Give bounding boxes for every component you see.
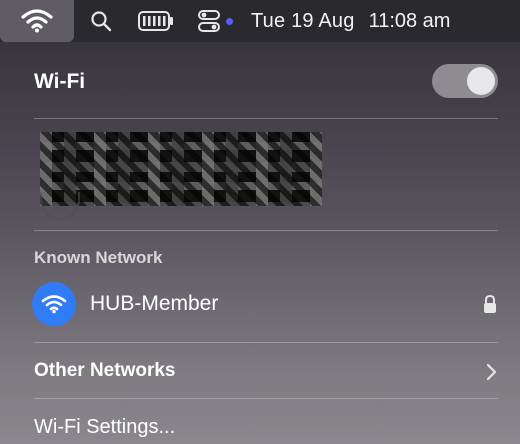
known-network-header: Known Network (34, 248, 163, 267)
wifi-settings-item[interactable]: Wi-Fi Settings... (34, 416, 496, 439)
network-name: HUB-Member (90, 292, 219, 315)
menubar-wifi-button[interactable] (0, 0, 74, 42)
recording-indicator-dot (226, 17, 233, 25)
wifi-toggle-knob (467, 67, 495, 95)
lock-icon (484, 294, 496, 313)
control-center-icon (198, 10, 220, 32)
divider (34, 230, 498, 231)
wifi-toggle[interactable] (432, 64, 498, 98)
battery-icon (138, 11, 173, 31)
pixelated-network-redaction-overlay (40, 132, 322, 206)
network-wifi-badge (32, 282, 76, 326)
network-icon-partial (40, 192, 80, 220)
search-icon (91, 11, 112, 32)
menu-bar: Tue 19 Aug 11:08 am (0, 0, 520, 42)
divider (34, 342, 498, 343)
wifi-panel: Wi-Fi Known Network HUB-Member Other Net… (14, 42, 510, 444)
known-network-item[interactable]: HUB-Member (32, 282, 498, 326)
menubar-search-button[interactable] (90, 10, 112, 32)
menubar-battery-button[interactable] (138, 11, 174, 31)
wifi-icon (41, 295, 67, 314)
menubar-time[interactable]: 11:08 am (369, 10, 451, 33)
menubar-date[interactable]: Tue 19 Aug (251, 10, 355, 33)
chevron-right-icon[interactable] (486, 362, 498, 382)
wifi-icon (21, 9, 53, 33)
menubar-control-center-button[interactable] (198, 9, 233, 33)
wifi-title: Wi-Fi (34, 70, 86, 93)
divider (34, 398, 498, 399)
other-networks-item[interactable]: Other Networks (34, 360, 496, 382)
divider (34, 118, 498, 119)
